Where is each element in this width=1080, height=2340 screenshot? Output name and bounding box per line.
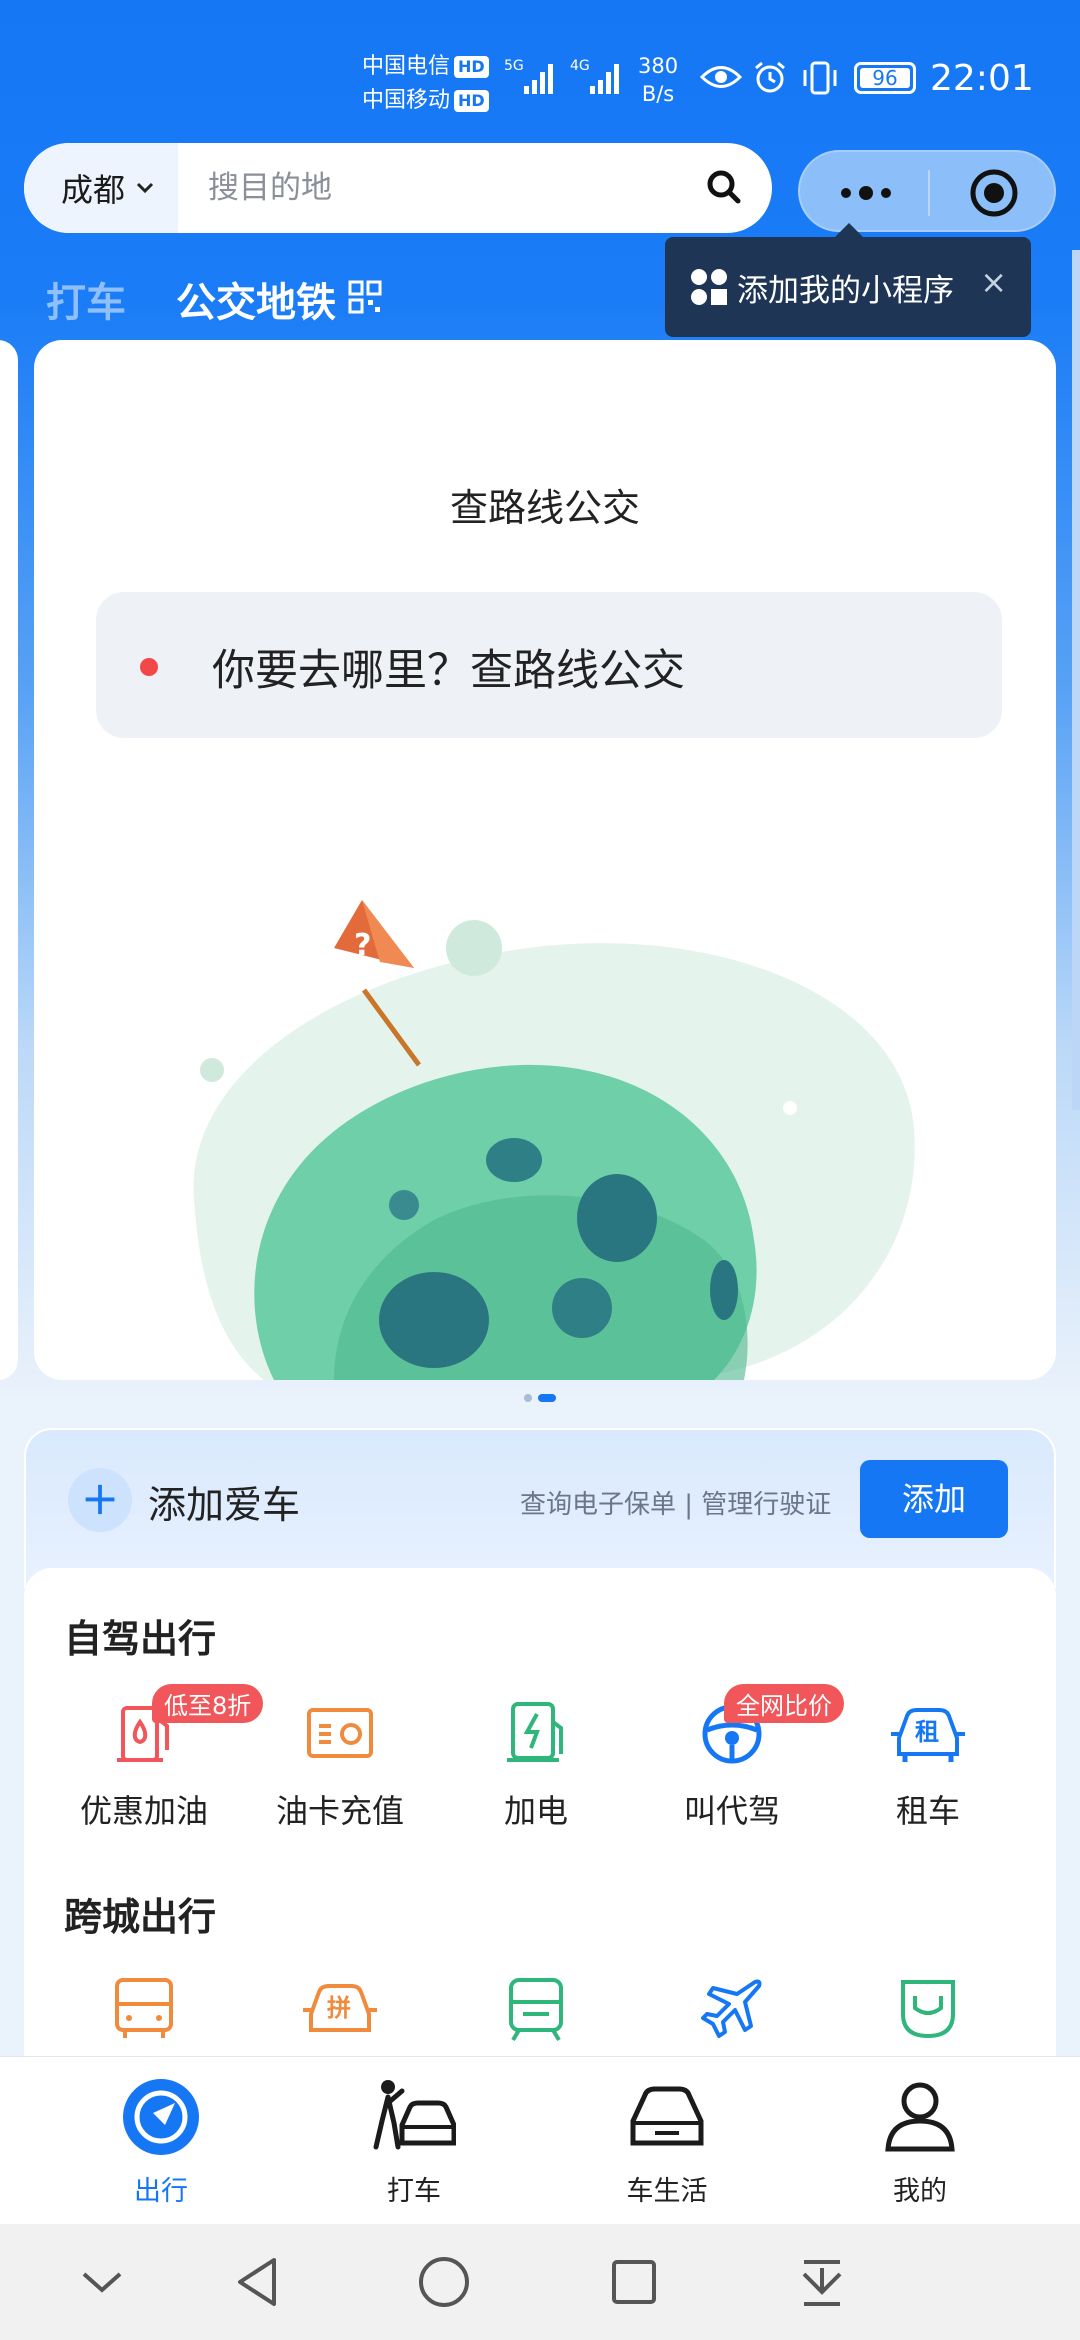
search-input[interactable]: 搜目的地 <box>208 143 332 233</box>
battery-level: 96 <box>872 66 898 90</box>
destination-prompt: 你要去哪里？查路线公交 <box>212 646 685 696</box>
recents-icon[interactable] <box>606 2254 662 2310</box>
person-icon <box>885 2082 955 2152</box>
vibrate-icon <box>803 61 837 95</box>
svg-text:拼: 拼 <box>327 1994 351 2022</box>
services-panel: 自驾出行 低至8折 优惠加油 油卡充值 加电 全网比价 叫代驾 租 租车 跨城出… <box>24 1568 1056 2088</box>
battery-icon: 96 <box>854 62 916 94</box>
home-icon[interactable] <box>416 2254 472 2310</box>
city-label: 成都 <box>60 171 125 209</box>
alarm-icon <box>755 61 785 93</box>
nav-label: 出行 <box>134 2176 188 2207</box>
service-ship[interactable] <box>830 1974 1026 2044</box>
add-car-links[interactable]: 查询电子保单 | 管理行驶证 <box>520 1484 831 1521</box>
rental-car-icon: 租 <box>891 1708 965 1762</box>
nav-label: 车生活 <box>626 2176 708 2207</box>
signal-5g-icon: 5G <box>504 58 553 94</box>
close-miniprogram-icon[interactable] <box>968 167 1020 219</box>
carousel-dot-active[interactable] <box>538 1394 556 1402</box>
hide-nav-icon[interactable] <box>78 2254 126 2310</box>
service-label: 油卡充值 <box>275 1792 404 1830</box>
service-label: 优惠加油 <box>79 1792 208 1830</box>
hail-taxi-icon <box>373 2080 456 2150</box>
status-bar: 中国电信 HD 中国移动 HD 5G 4G 380 B/s 96 22:01 <box>0 0 1080 140</box>
service-ev-charge[interactable]: 加电 <box>438 1698 634 1832</box>
nav-label: 打车 <box>387 2176 441 2207</box>
prev-card-edge[interactable] <box>0 340 18 1380</box>
fuel-card-icon <box>307 1708 373 1758</box>
empty-planet-illustration: ? <box>193 900 915 1380</box>
service-label: 加电 <box>503 1792 568 1830</box>
compass-icon <box>123 2079 199 2155</box>
add-car-banner: + 添加爱车 查询电子保单 | 管理行驶证 添加 <box>24 1428 1056 1588</box>
signal-4g-icon: 4G <box>570 58 619 94</box>
hd-badge: HD <box>454 90 489 112</box>
tooltip-text: 添加我的小程序 <box>737 273 954 309</box>
service-flight[interactable] <box>634 1974 830 2044</box>
eye-icon <box>700 66 742 88</box>
self-drive-title: 自驾出行 <box>64 1617 217 1661</box>
nav-car-life[interactable]: 车生活 <box>567 2077 767 2208</box>
chevron-down-icon <box>136 182 154 194</box>
carrier-info: 中国电信 HD 中国移动 HD <box>362 50 489 118</box>
destination-input[interactable]: 你要去哪里？查路线公交 <box>96 592 1002 738</box>
miniprogram-icon <box>691 269 727 305</box>
search-icon[interactable] <box>704 167 744 207</box>
ev-charger-icon <box>507 1702 563 1762</box>
nav-profile[interactable]: 我的 <box>820 2077 1020 2208</box>
plus-icon[interactable]: + <box>68 1468 132 1532</box>
system-nav-bar <box>0 2224 1080 2340</box>
tab-bus-metro[interactable]: 公交地铁 <box>176 270 336 328</box>
service-bus[interactable] <box>46 1974 242 2044</box>
bus-icon <box>115 1978 173 2038</box>
scrollbar[interactable] <box>1072 250 1080 1110</box>
carousel-dot[interactable] <box>524 1394 532 1402</box>
qr-code-icon[interactable] <box>348 280 382 314</box>
service-label: 叫代驾 <box>683 1792 780 1830</box>
carpool-icon: 拼 <box>303 1984 377 2032</box>
service-car-rental[interactable]: 租 租车 <box>830 1698 1026 1832</box>
carrier-2: 中国移动 <box>362 88 451 113</box>
search-bar[interactable]: 成都 搜目的地 <box>24 143 772 233</box>
destination-dot <box>140 658 158 676</box>
tooltip-close-button[interactable]: × <box>980 263 1007 301</box>
add-miniprogram-tooltip[interactable]: 添加我的小程序 × <box>665 223 1031 337</box>
nav-taxi[interactable]: 打车 <box>314 2077 514 2208</box>
service-train[interactable] <box>438 1974 634 2044</box>
service-fuel-card[interactable]: 油卡充值 <box>242 1698 438 1832</box>
service-designated-driver[interactable]: 全网比价 叫代驾 <box>634 1684 844 1832</box>
notification-pull-icon[interactable] <box>794 2254 850 2310</box>
airplane-icon <box>701 1979 762 2038</box>
service-fuel[interactable]: 低至8折 优惠加油 <box>46 1684 264 1832</box>
nav-label: 我的 <box>893 2176 947 2207</box>
city-selector[interactable]: 成都 <box>24 143 178 233</box>
capsule-divider <box>928 170 930 216</box>
nav-travel[interactable]: 出行 <box>61 2077 261 2208</box>
svg-text:4G: 4G <box>570 58 590 74</box>
price-compare-badge: 全网比价 <box>724 1684 844 1723</box>
card-title: 查路线公交 <box>449 486 640 530</box>
add-car-button[interactable]: 添加 <box>860 1460 1008 1538</box>
car-icon <box>630 2086 704 2146</box>
service-label: 租车 <box>895 1792 960 1830</box>
tab-taxi[interactable]: 打车 <box>46 270 126 328</box>
network-speed: 380 B/s <box>638 54 679 106</box>
train-icon <box>509 1978 563 2042</box>
svg-text:?: ? <box>354 928 371 963</box>
ship-icon <box>901 1980 955 2039</box>
carrier-1: 中国电信 <box>362 54 451 79</box>
svg-text:租: 租 <box>915 1718 939 1746</box>
add-car-title[interactable]: 添加爱车 <box>148 1474 300 1529</box>
bus-route-card: 查路线公交 你要去哪里？查路线公交 ? <box>34 340 1056 1380</box>
hd-badge: HD <box>454 56 489 78</box>
bottom-nav: 出行 打车 车生活 我的 <box>0 2056 1080 2224</box>
more-icon[interactable] <box>838 179 894 207</box>
svg-text:5G: 5G <box>504 58 524 74</box>
intercity-title: 跨城出行 <box>64 1895 217 1939</box>
service-carpool[interactable]: 拼 <box>242 1974 438 2044</box>
back-icon[interactable] <box>230 2254 286 2310</box>
clock: 22:01 <box>930 58 1034 99</box>
miniprogram-capsule <box>798 150 1056 232</box>
